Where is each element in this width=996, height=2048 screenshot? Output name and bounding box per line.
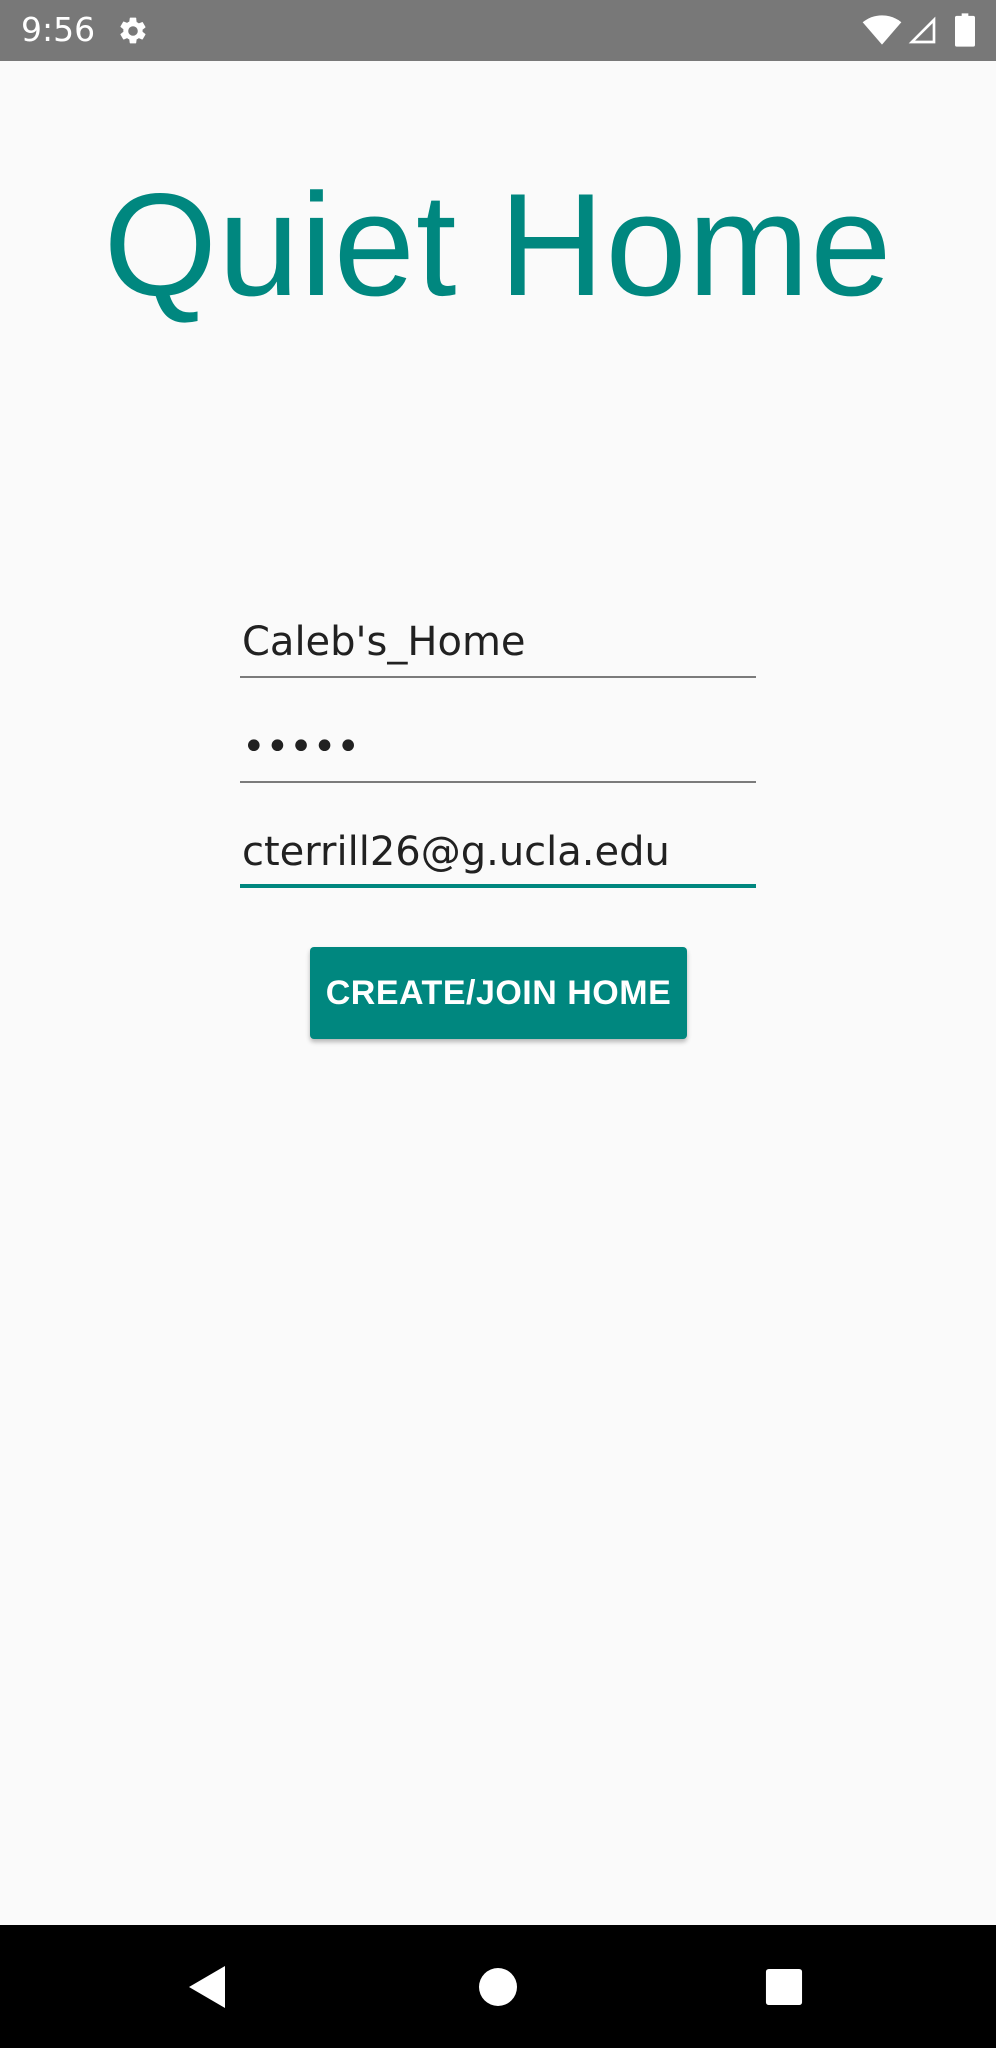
gear-icon	[120, 17, 146, 44]
home-name-input[interactable]	[240, 606, 756, 678]
email-input[interactable]	[240, 816, 756, 888]
battery-icon	[955, 13, 975, 47]
home-name-underline	[240, 676, 756, 678]
back-icon[interactable]	[187, 1965, 227, 2009]
create-join-home-button[interactable]: CREATE/JOIN HOME	[310, 947, 687, 1039]
password-field[interactable]	[240, 711, 756, 783]
app-title: Quiet Home	[103, 163, 893, 326]
home-name-field[interactable]	[240, 606, 756, 678]
navigation-bar	[0, 1925, 996, 2048]
password-input[interactable]	[240, 711, 756, 783]
status-bar: 9:56	[0, 0, 996, 61]
home-icon[interactable]	[478, 1967, 518, 2007]
status-time: 9:56	[21, 10, 96, 49]
screen: 9:56 Quiet Home CREATE/JOIN HOME	[0, 0, 996, 2048]
password-underline	[240, 781, 756, 783]
recents-icon[interactable]	[765, 1968, 803, 2006]
email-underline	[240, 884, 756, 888]
cell-signal-icon	[908, 16, 936, 44]
email-field[interactable]	[240, 816, 756, 888]
wifi-icon	[862, 15, 902, 45]
